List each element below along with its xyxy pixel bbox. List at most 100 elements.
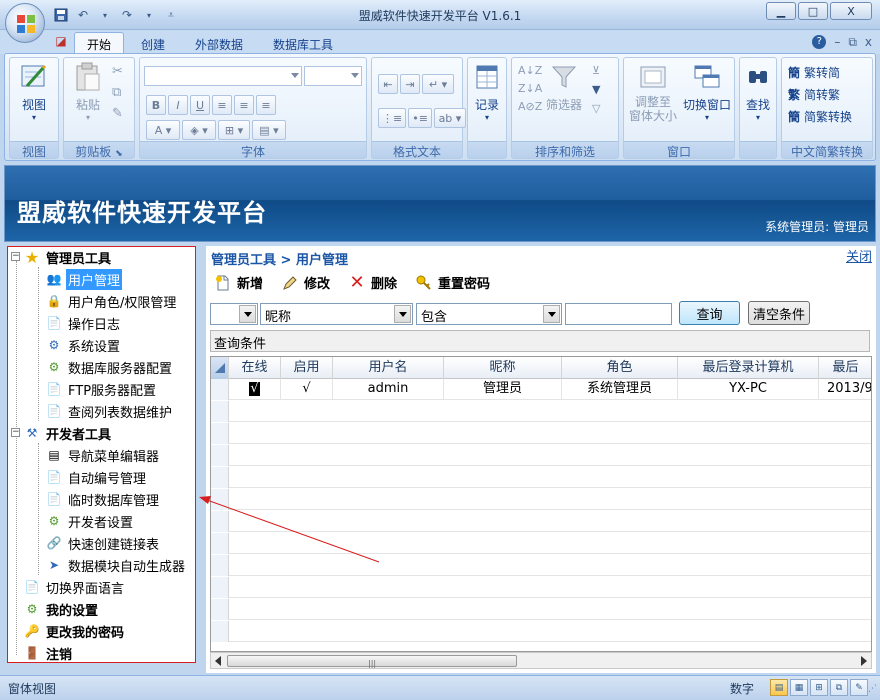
advanced-filter-icon[interactable]: ▼ <box>592 83 600 96</box>
tree-item-change-password[interactable]: 🔑 更改我的密码 <box>24 621 126 641</box>
selection-filter-icon[interactable]: ⊻ <box>592 64 600 77</box>
align-right-icon[interactable]: ≡ <box>256 95 276 115</box>
query-button[interactable]: 查询 <box>679 301 740 325</box>
tree-item-developer-settings[interactable]: ⚙ 开发者设置 <box>46 511 135 531</box>
office-button[interactable] <box>5 3 45 43</box>
tree-item-my-settings[interactable]: ⚙ 我的设置 <box>24 599 100 619</box>
tree-item-auto-numbering[interactable]: 📄 自动编号管理 <box>46 467 148 487</box>
tree-item-user-management[interactable]: 👥 用户管理 <box>46 268 123 290</box>
cell-last-login-computer[interactable]: YX-PC <box>678 379 819 400</box>
cell-username[interactable]: admin <box>333 379 444 400</box>
italic-icon[interactable]: I <box>168 95 188 115</box>
format-painter-icon[interactable]: ✎ <box>112 106 123 121</box>
tree-item-nav-menu-editor[interactable]: ▤ 导航菜单编辑器 <box>46 445 161 465</box>
cell-online[interactable]: √ <box>229 379 281 400</box>
sort-ascending-icon[interactable]: A↓Z <box>518 64 542 77</box>
select-all-corner[interactable] <box>211 357 229 379</box>
tab-external-data[interactable]: 外部数据 <box>182 32 256 54</box>
dialog-launcher-icon[interactable]: ⬊ <box>115 149 123 159</box>
table-row[interactable]: √ √ admin 管理员 系统管理员 YX-PC 2013/9 <box>211 379 871 400</box>
tree-item-system-settings[interactable]: ⚙ 系统设置 <box>46 335 122 355</box>
tab-database-tools[interactable]: 数据库工具 <box>260 32 346 54</box>
clear-sort-icon[interactable]: A⊘Z <box>518 100 542 113</box>
font-name-combo[interactable] <box>144 66 302 86</box>
resize-grip-icon[interactable]: ⋰ <box>868 684 877 694</box>
scroll-thumb[interactable]: ||| <box>227 655 517 668</box>
help-icon[interactable]: ? <box>812 35 827 49</box>
cell-enabled[interactable]: √ <box>281 379 333 400</box>
form-view-icon[interactable]: ▤ <box>770 679 788 696</box>
align-center-icon[interactable]: ≡ <box>234 95 254 115</box>
column-header-last-login-computer[interactable]: 最后登录计算机 <box>678 357 819 379</box>
highlight-icon[interactable]: ab ▾ <box>433 108 466 128</box>
view-button[interactable]: 视图 ▾ <box>14 61 54 122</box>
tab-create[interactable]: 创建 <box>128 32 178 54</box>
minimize-button[interactable]: ▁ <box>766 2 796 20</box>
horizontal-scrollbar[interactable]: ||| <box>210 652 872 669</box>
tree-item-logout[interactable]: 🚪 注销 <box>24 643 74 663</box>
tree-item-lookup-list[interactable]: 📄 查阅列表数据维护 <box>46 401 174 421</box>
minimize-ribbon-icon[interactable]: – <box>834 35 840 50</box>
bold-icon[interactable]: B <box>146 95 166 115</box>
fill-color-icon[interactable]: ◈ ▾ <box>182 120 216 140</box>
toggle-filter-icon[interactable]: ▽ <box>592 102 600 115</box>
tree-item-quick-link-table[interactable]: 🔗 快速创建链接表 <box>46 533 161 553</box>
close-ribbon-icon[interactable]: x <box>865 35 872 50</box>
numbered-list-icon[interactable]: ⋮≡ <box>378 108 407 128</box>
tree-item-developer-tools[interactable]: ⚒ 开发者工具 <box>24 423 113 443</box>
column-header-enabled[interactable]: 启用 <box>281 357 333 379</box>
decrease-indent-icon[interactable]: ⇤ <box>378 74 398 94</box>
tree-item-temp-database[interactable]: 📄 临时数据库管理 <box>46 489 161 509</box>
row-selector[interactable] <box>211 379 229 400</box>
cell-last-login-time[interactable]: 2013/9 <box>819 379 871 400</box>
cell-nickname[interactable]: 管理员 <box>444 379 562 400</box>
scroll-left-arrow-icon[interactable] <box>215 656 221 666</box>
records-button[interactable]: 记录 ▾ <box>470 61 504 122</box>
reset-password-button[interactable]: 重置密码 <box>415 273 490 292</box>
underline-icon[interactable]: U <box>190 95 210 115</box>
pivot-view-icon[interactable]: ⧉ <box>830 679 848 696</box>
switch-window-button[interactable]: 切换窗口 ▾ <box>680 61 734 122</box>
expand-toggle[interactable]: − <box>11 428 20 437</box>
simplified-to-traditional-button[interactable]: 繁 简转繁 <box>788 86 840 103</box>
column-header-username[interactable]: 用户名 <box>333 357 444 379</box>
expand-toggle[interactable]: − <box>11 252 20 261</box>
operator-select[interactable]: 包含 <box>416 303 562 325</box>
traditional-to-simplified-button[interactable]: 簡 繁转简 <box>788 64 840 81</box>
align-left-icon[interactable]: ≡ <box>212 95 232 115</box>
convert-chinese-button[interactable]: 簡 简繁转换 <box>788 108 852 125</box>
tree-item-switch-language[interactable]: 📄 切换界面语言 <box>24 577 126 597</box>
search-value-input[interactable] <box>565 303 672 325</box>
column-header-role[interactable]: 角色 <box>562 357 678 379</box>
tab-home[interactable]: 开始 <box>74 32 125 54</box>
restore-ribbon-icon[interactable]: ⧉ <box>848 35 857 50</box>
alternate-fill-icon[interactable]: ▤ ▾ <box>252 120 286 140</box>
field-group-select[interactable] <box>210 303 258 325</box>
field-select[interactable]: 昵称 <box>260 303 413 325</box>
copy-icon[interactable]: ⧉ <box>112 85 123 100</box>
layout-view-icon[interactable]: ⊞ <box>810 679 828 696</box>
font-size-combo[interactable] <box>304 66 362 86</box>
tree-item-database-server[interactable]: ⚙ 数据库服务器配置 <box>46 357 174 377</box>
close-link[interactable]: 关闭 <box>846 246 872 265</box>
tree-item-admin-tools[interactable]: ★ 管理员工具 <box>24 247 113 267</box>
delete-button[interactable]: ✕ 删除 <box>348 272 397 293</box>
find-button[interactable]: 查找 ▾ <box>742 61 774 122</box>
design-view-icon[interactable]: ✎ <box>850 679 868 696</box>
paste-button[interactable]: 粘贴 ▾ <box>68 61 108 122</box>
datasheet-view-icon[interactable]: ▦ <box>790 679 808 696</box>
scroll-right-arrow-icon[interactable] <box>861 656 867 666</box>
column-header-online[interactable]: 在线 <box>229 357 281 379</box>
sort-descending-icon[interactable]: Z↓A <box>518 82 542 95</box>
increase-indent-icon[interactable]: ⇥ <box>400 74 420 94</box>
cut-icon[interactable]: ✂ <box>112 64 123 79</box>
tree-item-ftp-server[interactable]: 📄 FTP服务器配置 <box>46 379 158 399</box>
column-header-nickname[interactable]: 昵称 <box>444 357 562 379</box>
tree-item-operation-log[interactable]: 📄 操作日志 <box>46 313 122 333</box>
cell-role[interactable]: 系统管理员 <box>562 379 678 400</box>
bullet-list-icon[interactable]: •≡ <box>408 108 432 128</box>
filter-button[interactable]: 筛选器 <box>542 61 586 113</box>
maximize-button[interactable]: □ <box>798 2 828 20</box>
paragraph-direction-icon[interactable]: ↵ ▾ <box>422 74 454 94</box>
fit-to-form-button[interactable]: 调整至 窗体大小 <box>626 61 680 124</box>
